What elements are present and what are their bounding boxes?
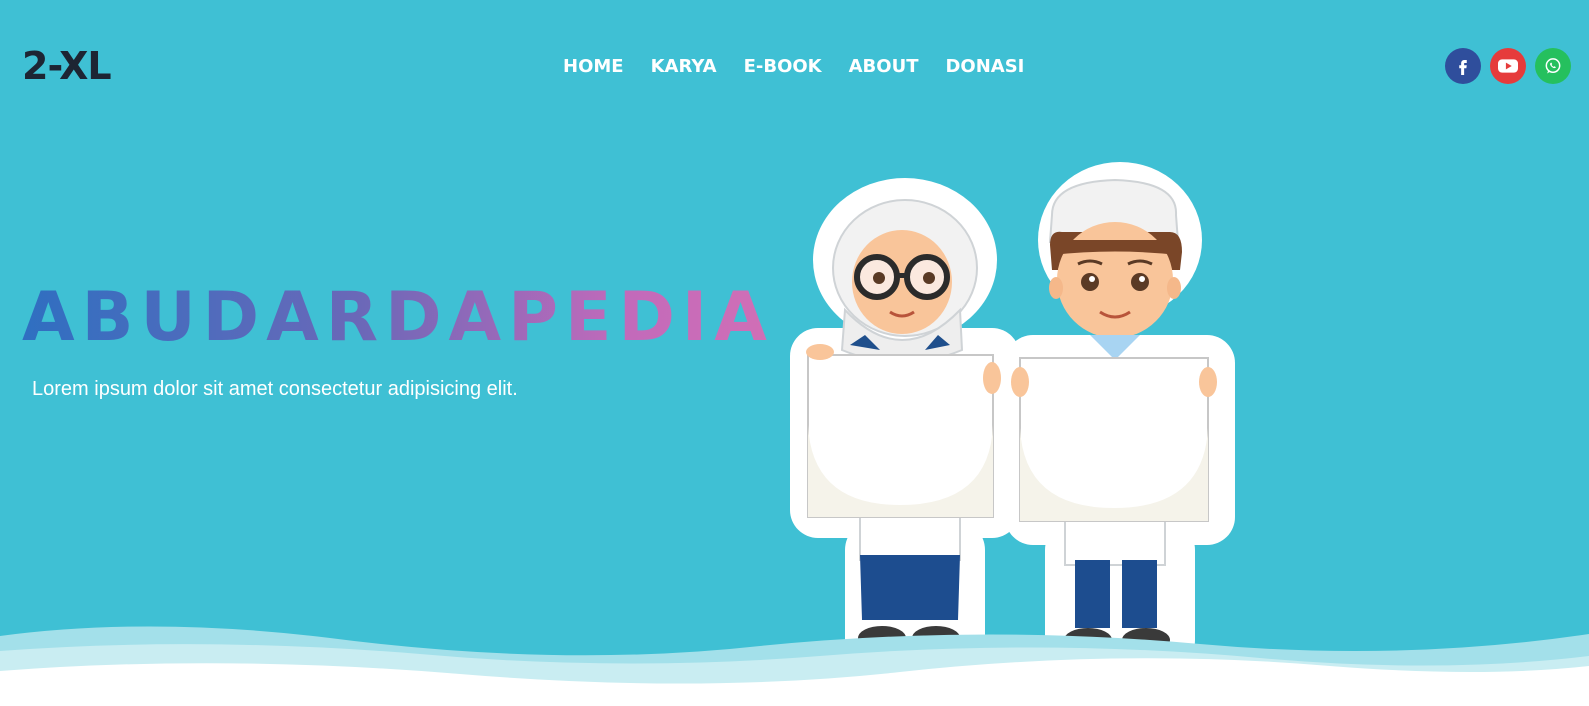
facebook-button[interactable]: [1445, 48, 1481, 84]
kids-illustration: [790, 162, 1235, 670]
facebook-icon: [1459, 60, 1467, 75]
nav-about[interactable]: ABOUT: [849, 56, 919, 77]
whatsapp-icon: [1545, 58, 1561, 74]
nav-karya[interactable]: KARYA: [651, 56, 717, 77]
brand-logo[interactable]: 2-XL: [22, 44, 112, 88]
whatsapp-button[interactable]: [1535, 48, 1571, 84]
youtube-button[interactable]: [1490, 48, 1526, 84]
hero-subtitle: Lorem ipsum dolor sit amet consectetur a…: [32, 378, 518, 400]
site-header: 2-XL HOME KARYA E-BOOK ABOUT DONASI: [0, 0, 1589, 134]
social-links: [1445, 48, 1571, 84]
hero-section: 2-XL HOME KARYA E-BOOK ABOUT DONASI ABUD…: [0, 0, 1589, 706]
nav-home[interactable]: HOME: [563, 56, 624, 77]
nav-donasi[interactable]: DONASI: [945, 56, 1024, 77]
wave-divider: [0, 626, 1589, 706]
nav-ebook[interactable]: E-BOOK: [744, 56, 822, 77]
main-nav: HOME KARYA E-BOOK ABOUT DONASI: [563, 56, 1024, 77]
youtube-icon: [1498, 59, 1518, 73]
hero-title: ABUDARDAPEDIA: [22, 278, 774, 357]
